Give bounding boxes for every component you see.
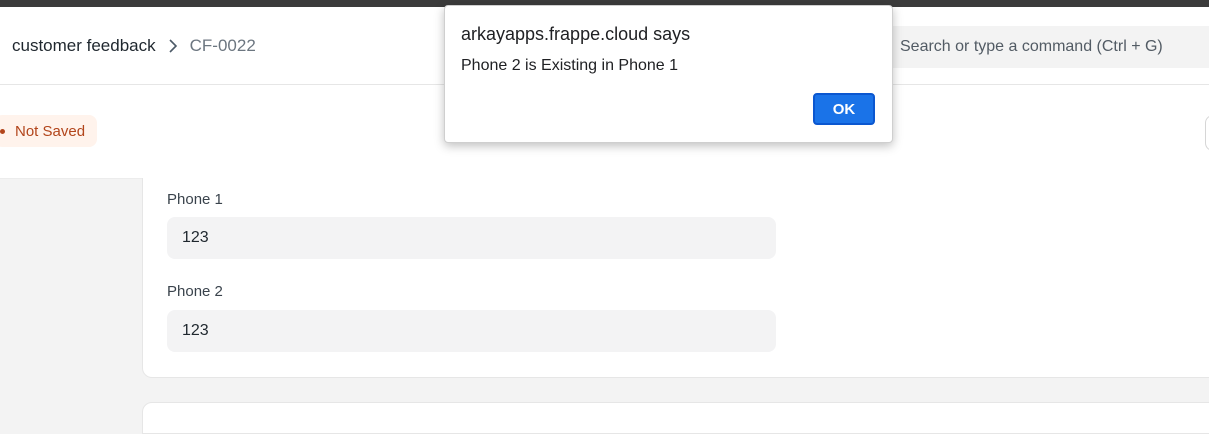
- phone-1-input[interactable]: 123: [167, 217, 776, 259]
- breadcrumb-link-customer-feedback[interactable]: customer feedback: [12, 36, 156, 56]
- status-dot-icon: [0, 128, 5, 134]
- phone-1-label: Phone 1: [167, 191, 223, 208]
- phone-2-label: Phone 2: [167, 283, 223, 300]
- status-badge-label: Not Saved: [15, 122, 86, 140]
- search-input[interactable]: Search or type a command (Ctrl + G): [884, 26, 1209, 68]
- phone-1-value: 123: [182, 229, 209, 246]
- alert-dialog: arkayapps.frappe.cloud says Phone 2 is E…: [444, 5, 893, 143]
- form-section: Phone 1 123 Phone 2 123: [142, 178, 1209, 378]
- breadcrumb-current[interactable]: CF-0022: [190, 36, 256, 56]
- phone-2-input[interactable]: 123: [167, 310, 776, 352]
- breadcrumb: customer feedback CF-0022: [12, 7, 256, 84]
- ok-button[interactable]: OK: [813, 93, 875, 125]
- next-form-section: [142, 402, 1209, 434]
- phone-2-value: 123: [182, 322, 209, 339]
- page-action-button[interactable]: [1205, 115, 1209, 151]
- status-badge: Not Saved: [0, 115, 98, 147]
- chevron-right-icon: [168, 38, 178, 53]
- search-placeholder: Search or type a command (Ctrl + G): [900, 38, 1163, 55]
- dialog-message: Phone 2 is Existing in Phone 1: [461, 57, 679, 74]
- dialog-title: arkayapps.frappe.cloud says: [461, 24, 691, 44]
